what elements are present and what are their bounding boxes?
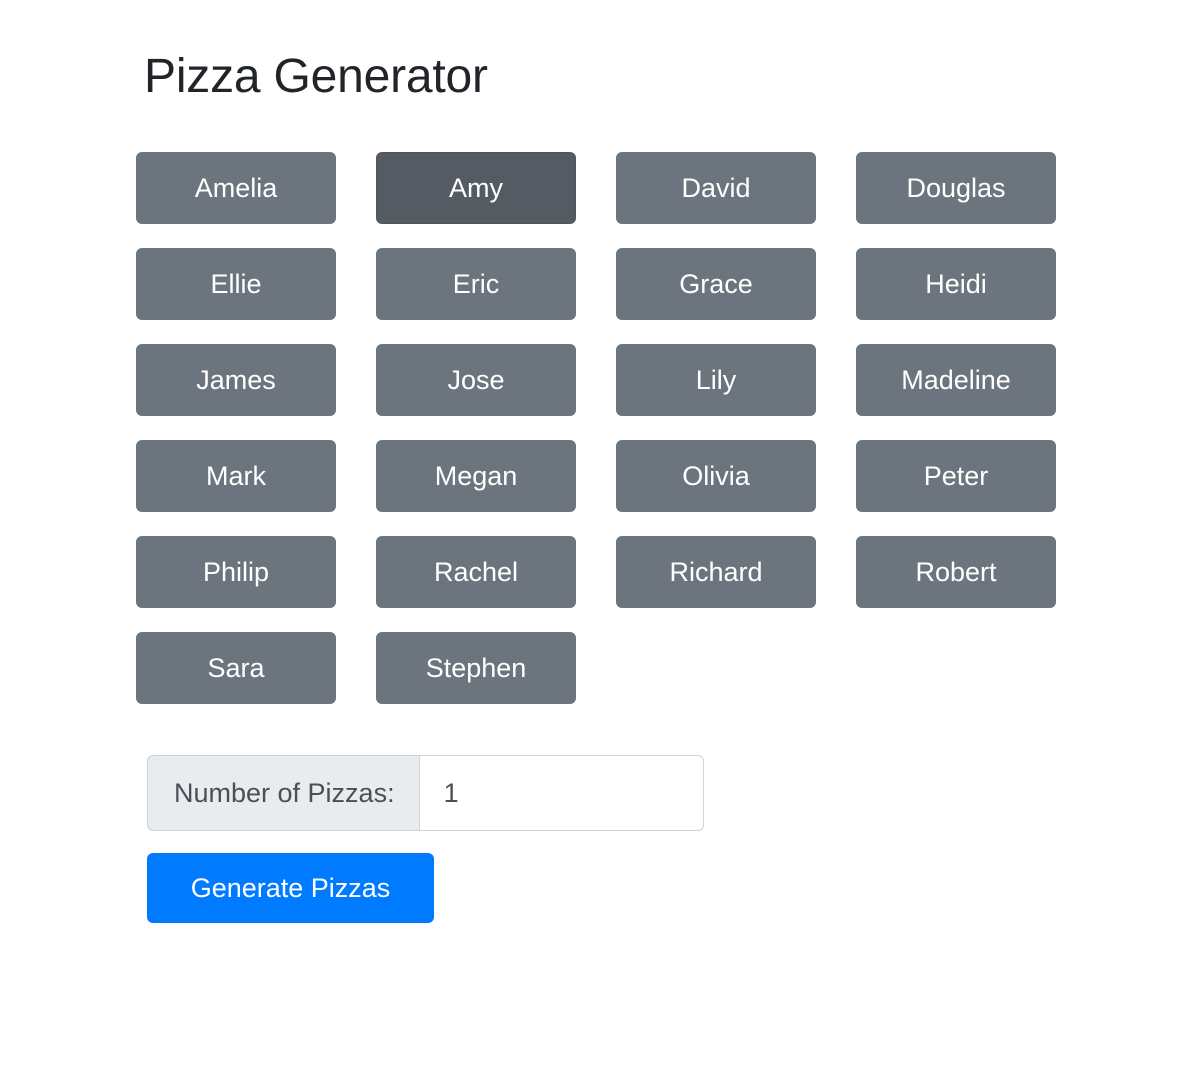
name-button[interactable]: Mark xyxy=(136,440,336,512)
name-button[interactable]: Olivia xyxy=(616,440,816,512)
name-button[interactable]: Rachel xyxy=(376,536,576,608)
name-button[interactable]: Lily xyxy=(616,344,816,416)
name-button[interactable]: Richard xyxy=(616,536,816,608)
pizza-count-input-group: Number of Pizzas: xyxy=(147,755,704,831)
name-button[interactable]: James xyxy=(136,344,336,416)
name-button[interactable]: Robert xyxy=(856,536,1056,608)
name-button[interactable]: Douglas xyxy=(856,152,1056,224)
name-button[interactable]: Jose xyxy=(376,344,576,416)
name-button[interactable]: David xyxy=(616,152,816,224)
name-button[interactable]: Amelia xyxy=(136,152,336,224)
pizza-count-input[interactable] xyxy=(418,755,704,831)
page-title: Pizza Generator xyxy=(144,50,488,103)
name-button[interactable]: Grace xyxy=(616,248,816,320)
name-button[interactable]: Amy xyxy=(376,152,576,224)
generate-pizzas-button[interactable]: Generate Pizzas xyxy=(147,853,434,923)
name-button[interactable]: Madeline xyxy=(856,344,1056,416)
pizza-count-label: Number of Pizzas: xyxy=(147,755,419,831)
name-button[interactable]: Megan xyxy=(376,440,576,512)
pizza-generator-page: Pizza Generator Amelia Amy David Douglas Ell… xyxy=(0,0,1200,1076)
name-button-grid: Amelia Amy David Douglas Ellie Eric Grace Heidi… xyxy=(136,152,1056,704)
name-button[interactable]: Ellie xyxy=(136,248,336,320)
name-button[interactable]: Eric xyxy=(376,248,576,320)
name-button[interactable]: Sara xyxy=(136,632,336,704)
name-button[interactable]: Peter xyxy=(856,440,1056,512)
name-button[interactable]: Philip xyxy=(136,536,336,608)
name-button[interactable]: Stephen xyxy=(376,632,576,704)
name-button[interactable]: Heidi xyxy=(856,248,1056,320)
